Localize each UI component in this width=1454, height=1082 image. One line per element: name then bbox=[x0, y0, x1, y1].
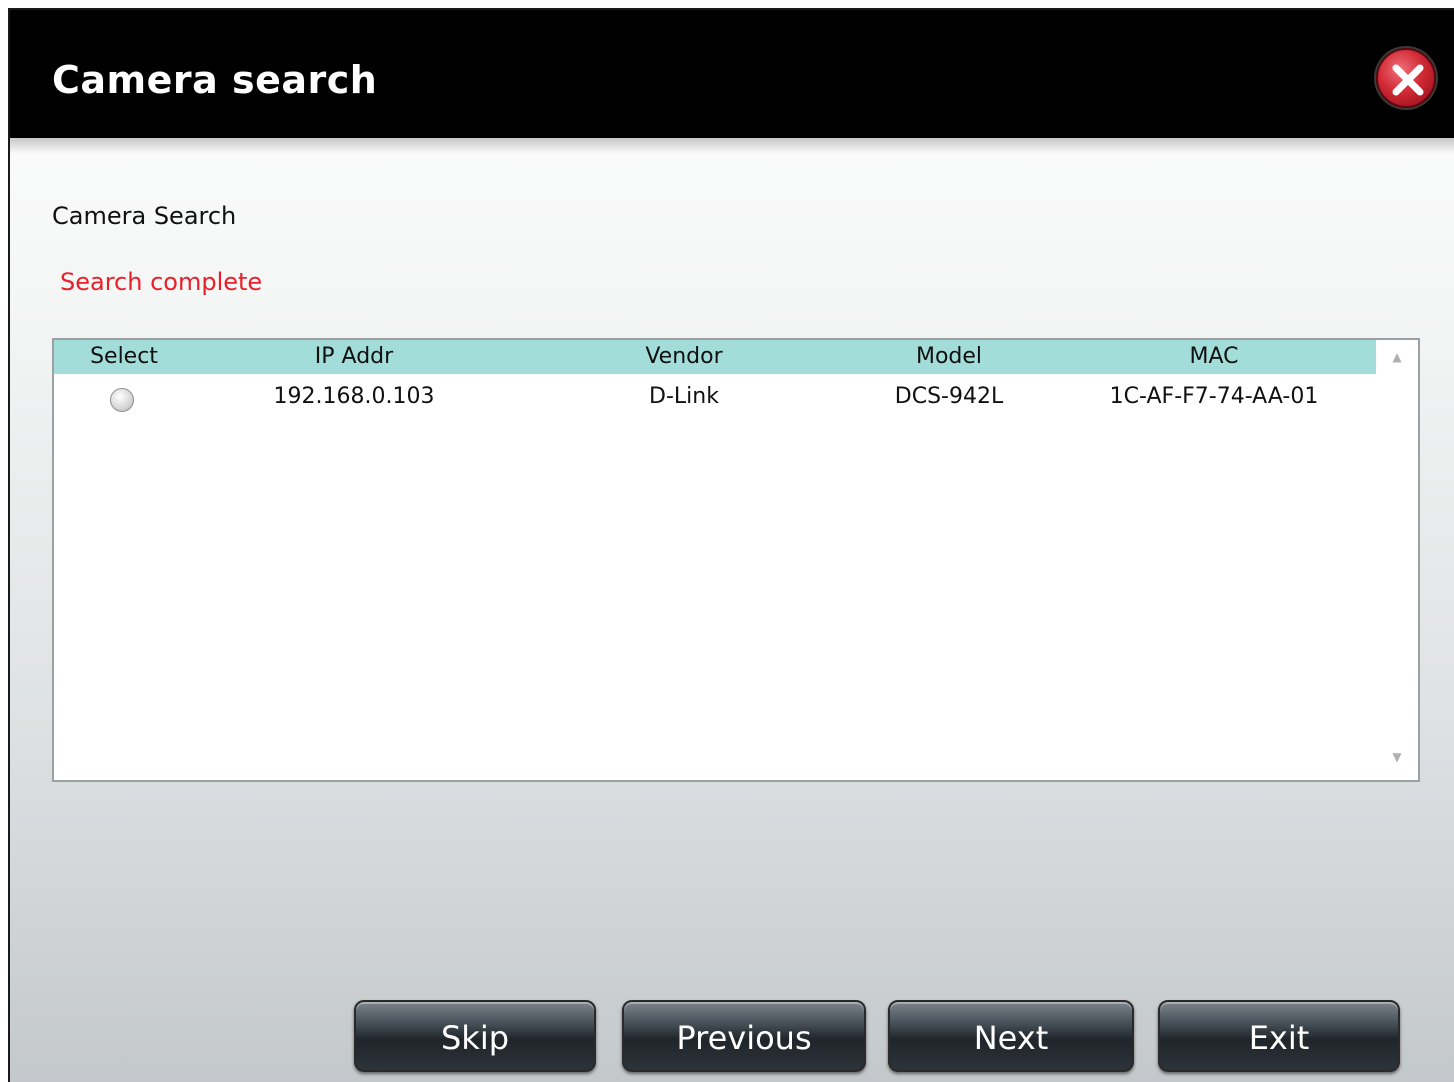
camera-table: Select IP Addr Vendor Model MAC 192.168.… bbox=[52, 338, 1420, 782]
camera-select-radio[interactable] bbox=[110, 388, 134, 412]
scroll-down-icon[interactable]: ▼ bbox=[1388, 750, 1406, 768]
cell-ip: 192.168.0.103 bbox=[273, 384, 435, 409]
title-bar: Camera search bbox=[10, 10, 1454, 154]
column-header-model: Model bbox=[915, 344, 983, 369]
camera-search-dialog: Camera search Camera Search Search compl… bbox=[8, 8, 1454, 1082]
table-header: Select IP Addr Vendor Model MAC bbox=[54, 340, 1376, 374]
section-label: Camera Search bbox=[52, 202, 237, 230]
column-header-select: Select bbox=[90, 344, 158, 369]
cell-mac: 1C-AF-F7-74-AA-01 bbox=[1109, 384, 1319, 409]
cell-vendor: D-Link bbox=[649, 384, 719, 409]
close-icon bbox=[1392, 64, 1424, 96]
dialog-title: Camera search bbox=[52, 58, 378, 102]
close-button[interactable] bbox=[1376, 48, 1436, 108]
column-header-ip: IP Addr bbox=[314, 344, 394, 369]
next-button[interactable]: Next bbox=[888, 1000, 1134, 1072]
table-scrollbar[interactable]: ▲ ▼ bbox=[1376, 340, 1418, 780]
column-header-mac: MAC bbox=[1189, 344, 1239, 369]
scroll-up-icon[interactable]: ▲ bbox=[1388, 350, 1406, 368]
exit-button[interactable]: Exit bbox=[1158, 1000, 1400, 1072]
column-header-vendor: Vendor bbox=[645, 344, 723, 369]
cell-model: DCS-942L bbox=[894, 384, 1004, 409]
search-status: Search complete bbox=[60, 268, 263, 296]
previous-button[interactable]: Previous bbox=[622, 1000, 866, 1072]
skip-button[interactable]: Skip bbox=[354, 1000, 596, 1072]
